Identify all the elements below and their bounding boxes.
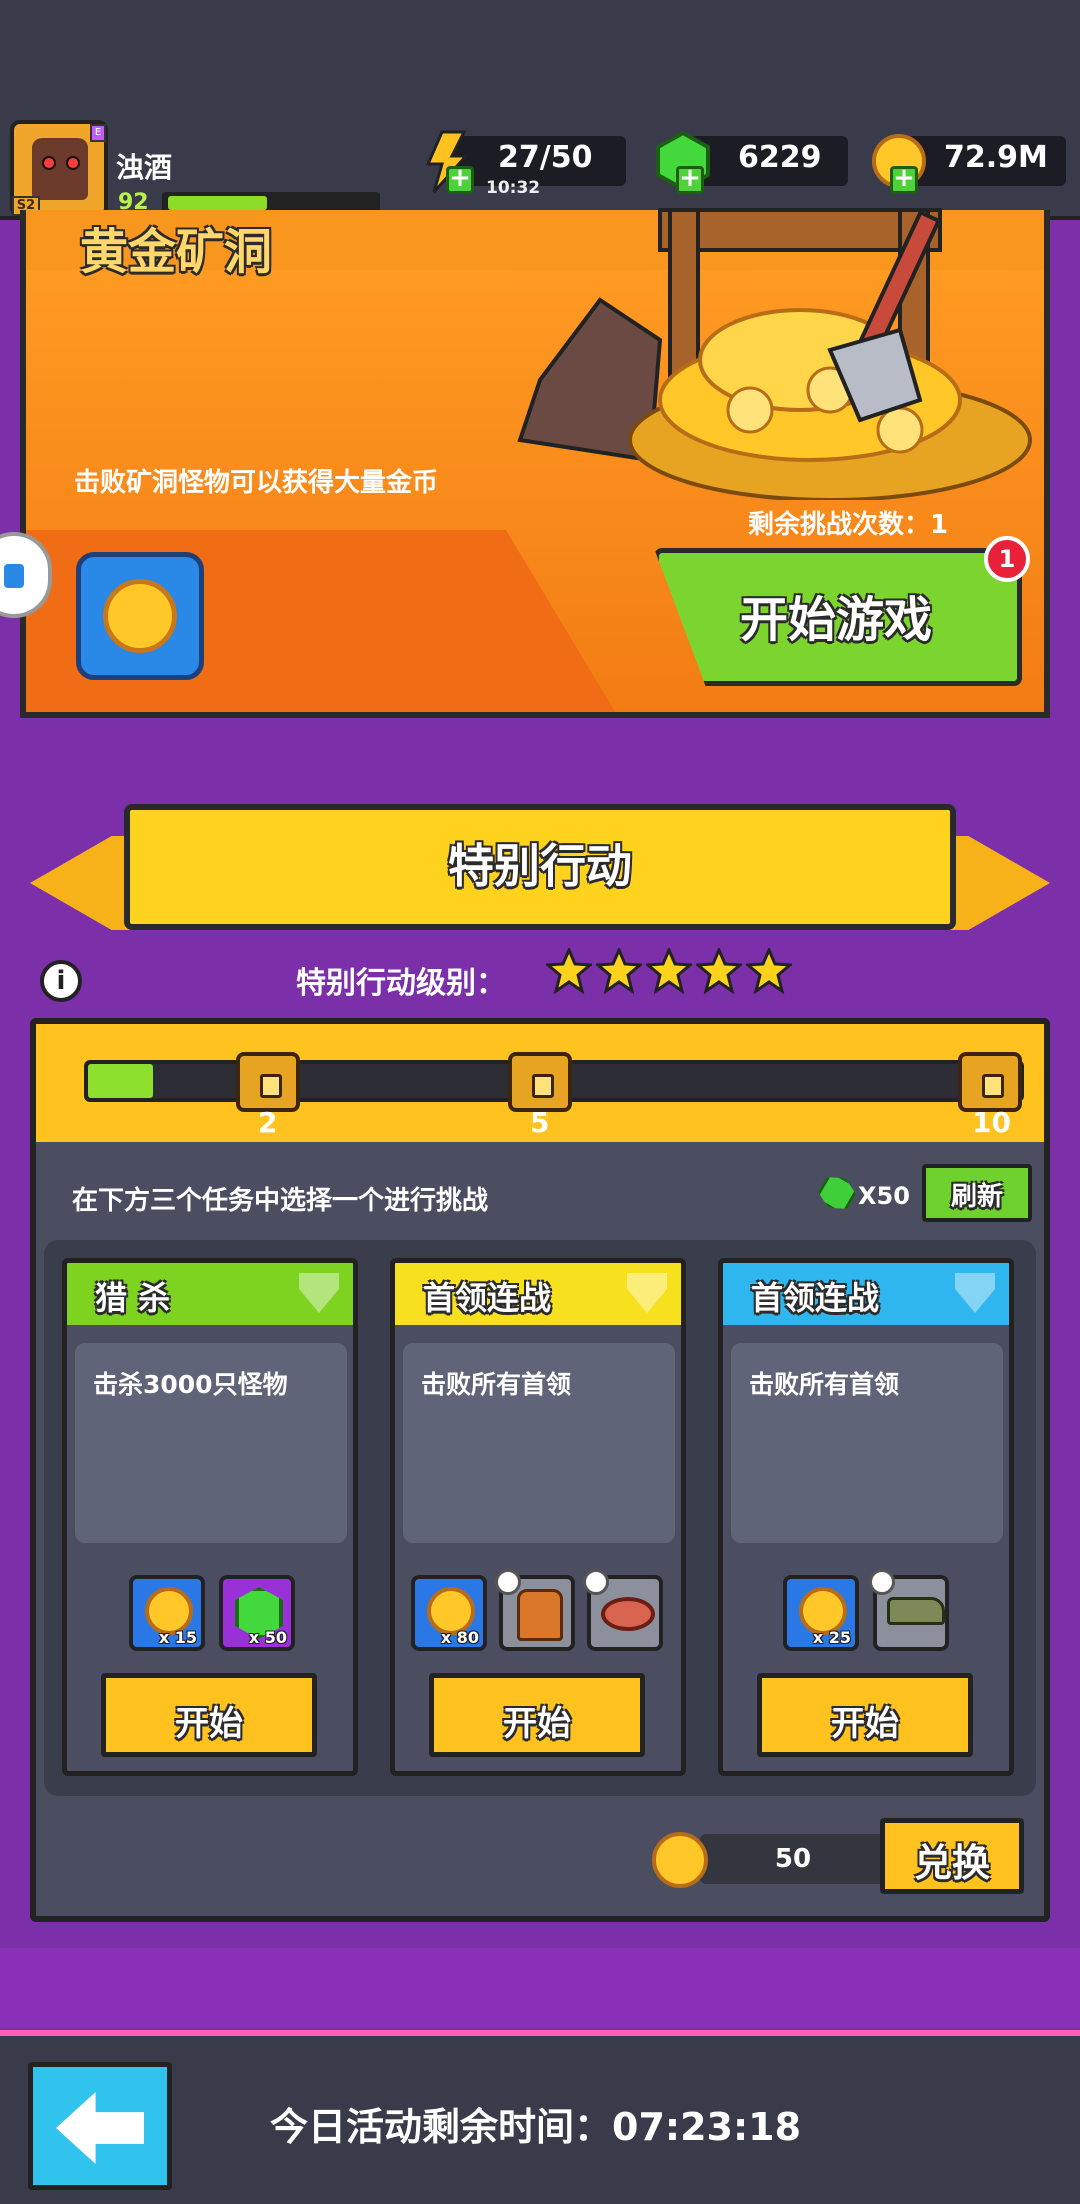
exchange-balance: 50 (774, 1844, 812, 1874)
info-icon[interactable]: i (40, 960, 82, 1002)
milestone-chest-icon[interactable] (236, 1052, 300, 1112)
gem-value: 6229 (738, 140, 822, 175)
gem-icon[interactable]: x 50 (219, 1575, 295, 1651)
energy-timer: 10:32 (486, 178, 541, 198)
add-gems-button[interactable]: + (676, 165, 704, 194)
mine-reward-coin-icon (76, 552, 204, 680)
exchange-label: 兑换 (913, 1841, 990, 1885)
xp-bar-fill (168, 196, 267, 210)
task-card-boss-rush: 首领连战 击败所有首领 x 25 开始 (718, 1258, 1014, 1776)
event-time-remaining: 今日活动剩余时间：07:23:18 (270, 2105, 802, 2149)
task-start-button[interactable]: 开始 (429, 1673, 645, 1757)
choose-task-text: 在下方三个任务中选择一个进行挑战 (72, 1186, 489, 1216)
mine-description: 击败矿洞怪物可以获得大量金币 (74, 468, 439, 498)
refresh-label: 刷新 (950, 1182, 1003, 1212)
star-icon (746, 948, 792, 994)
task-description: 击败所有首领 (421, 1370, 572, 1399)
mine-title: 黄金矿洞 (80, 224, 273, 280)
progress-fill (88, 1064, 153, 1098)
gold-token-icon[interactable]: x 80 (411, 1575, 487, 1651)
start-game-label: 开始游戏 (740, 592, 933, 648)
challenges-left: 剩余挑战次数：1 (748, 510, 949, 540)
status-strip (0, 0, 1080, 110)
task-description: 击杀3000只怪物 (93, 1370, 288, 1399)
task-card-boss-rush: 首领连战 击败所有首领 x 80 开始 (390, 1258, 686, 1776)
milestone-chest-icon[interactable] (508, 1052, 572, 1112)
task-start-button[interactable]: 开始 (101, 1673, 317, 1757)
notification-badge: 1 (984, 536, 1030, 582)
mine-coins-illustration (517, 208, 1032, 500)
star-icon (546, 948, 592, 994)
energy-value: 27/50 (498, 140, 593, 175)
gold-token-icon[interactable]: x 15 (129, 1575, 205, 1651)
star-icon (596, 948, 642, 994)
task-title: 首领连战 (751, 1279, 880, 1317)
player-name: 浊酒 (116, 151, 173, 184)
rank-badge: E (90, 124, 106, 142)
milestone-label: 5 (530, 1106, 550, 1139)
milestone-label: 10 (972, 1106, 1011, 1139)
gold-token-icon[interactable]: x 25 (783, 1575, 859, 1651)
ring-icon[interactable] (583, 1569, 663, 1651)
add-gold-button[interactable]: + (890, 165, 918, 194)
refresh-cost: X50 (858, 1182, 910, 1210)
task-title: 首领连战 (423, 1279, 552, 1317)
star-icon (646, 948, 692, 994)
bottom-stripe (0, 1948, 1080, 2028)
special-title: 特别行动 (448, 839, 632, 893)
gold-value: 72.9M (944, 140, 1048, 175)
milestone-label: 2 (258, 1106, 278, 1139)
task-title: 猎 杀 (95, 1279, 171, 1317)
task-start-button[interactable]: 开始 (757, 1673, 973, 1757)
task-card-hunt: 猎 杀 击杀3000只怪物 x 15 x 50 开始 (62, 1258, 358, 1776)
task-description: 击败所有首领 (749, 1370, 900, 1399)
add-energy-button[interactable]: + (446, 165, 474, 194)
revolver-icon[interactable] (869, 1569, 949, 1651)
special-rank-label: 特别行动级别： (296, 966, 506, 1001)
vest-armor-icon[interactable] (495, 1569, 575, 1651)
milestone-chest-icon[interactable] (958, 1052, 1022, 1112)
star-icon (696, 948, 742, 994)
